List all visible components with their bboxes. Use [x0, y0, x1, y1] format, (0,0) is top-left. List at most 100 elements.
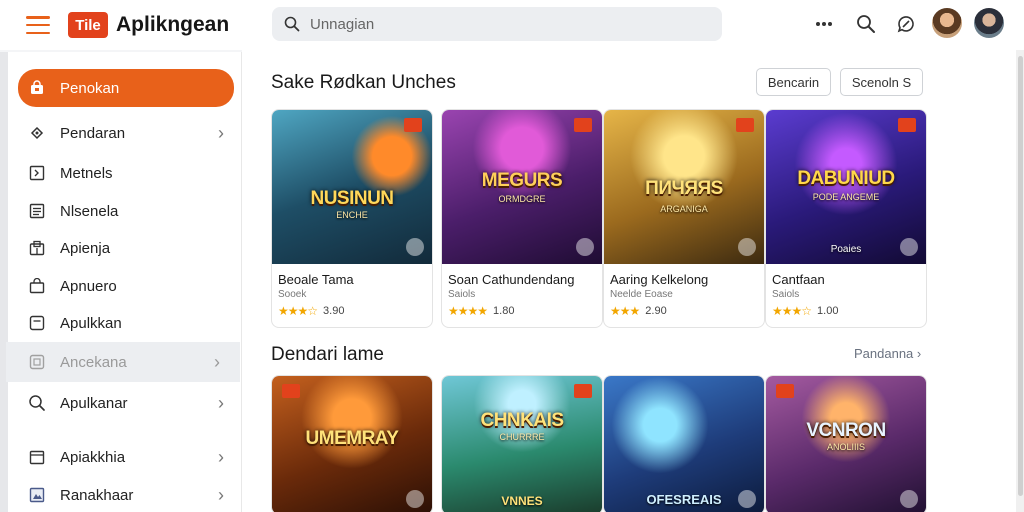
game-thumbnail: CHNKAIS CHURRRE VNNES [442, 376, 602, 512]
brand-logo[interactable]: Tile [68, 12, 108, 38]
game-card[interactable]: VCNRON ANOLIIIS [765, 375, 927, 512]
game-developer: Neelde Eoase [610, 289, 673, 300]
sidebar-item-label: Nlsenela [60, 202, 119, 220]
sidebar-item-apienja[interactable]: Apienja [18, 230, 234, 266]
search-icon [28, 394, 46, 412]
list-icon [28, 202, 46, 220]
game-card[interactable]: ПИЧЯЯS ARGANIGA Aaring Kelkelong Neelde … [603, 109, 765, 328]
sidebar-item-apulkkan[interactable]: Apulkkan [18, 305, 234, 341]
menu-icon[interactable] [26, 16, 50, 34]
badge-icon [736, 118, 754, 132]
game-thumbnail: OFESREAIS [604, 376, 764, 512]
thumbnail-subtitle: PODE ANGEME [812, 192, 880, 202]
star-rating-icon: ★★★★ [448, 304, 488, 318]
rating-value: 1.00 [817, 305, 839, 317]
logo-area: Tile Aplikngean [0, 0, 242, 50]
scrollbar[interactable] [1016, 50, 1024, 512]
sort-button[interactable]: Scenoln S [840, 68, 923, 96]
game-thumbnail: DABUNIUD PODE ANGEME Poaies [766, 110, 926, 264]
sidebar-item-apulkanar[interactable]: Apulkanar › [18, 385, 234, 421]
grid-icon [28, 353, 46, 371]
sidebar-item-label: Pendaran [60, 124, 126, 142]
thumbnail-title: CHNKAIS [480, 410, 564, 431]
game-thumbnail: ПИЧЯЯS ARGANIGA [604, 110, 764, 264]
game-name: Soan Cathundendang [448, 272, 575, 287]
game-name: Cantfaan [772, 272, 825, 287]
download-icon[interactable] [738, 490, 756, 508]
game-name: Aaring Kelkelong [610, 272, 709, 287]
search-box[interactable] [272, 7, 722, 41]
section-title-popular: Dendari lame [271, 344, 384, 365]
apps-icon [28, 239, 46, 257]
chevron-right-icon: › [214, 351, 220, 372]
sidebar-item-label: Apienja [60, 239, 111, 257]
chevron-right-icon: › [218, 392, 224, 413]
see-all-link[interactable]: Pandanna › [854, 346, 921, 361]
badge-icon [776, 384, 794, 398]
store-icon [28, 79, 46, 97]
game-thumbnail: NUSINUN ENCHE [272, 110, 432, 264]
chevron-right-icon: › [218, 122, 224, 143]
game-card[interactable]: OFESREAIS [603, 375, 765, 512]
sidebar-item-label: Apulkkan [60, 314, 122, 332]
thumbnail-subtitle: ENCHE [336, 210, 368, 220]
sidebar-item-ranakhaar[interactable]: Ranakhaar › [18, 477, 234, 512]
thumbnail-title: MEGURS [481, 170, 563, 191]
sidebar-item-ancekana[interactable]: Ancekana › [6, 342, 240, 382]
bag-icon [28, 277, 46, 295]
sidebar-item-label: Apiakkhia [60, 448, 126, 466]
thumbnail-subtitle: ARGANIGA [660, 204, 708, 214]
sidebar-item-apnuero[interactable]: Apnuero [18, 268, 234, 304]
more-icon[interactable] [812, 12, 836, 36]
search-input[interactable] [310, 15, 690, 33]
download-icon[interactable] [738, 238, 756, 256]
search-icon[interactable] [854, 12, 878, 36]
avatar[interactable] [932, 8, 962, 38]
badge-icon [574, 118, 592, 132]
search-icon [284, 16, 300, 32]
sidebar-item-nlsenela[interactable]: Nlsenela [18, 193, 234, 229]
game-card[interactable]: CHNKAIS CHURRRE VNNES [441, 375, 603, 512]
thumbnail-subtitle: ANOLIIIS [826, 442, 865, 452]
game-rating: ★★★★ 1.80 [448, 304, 602, 318]
gamepad-icon [28, 124, 46, 142]
section-title-featured: Sake Rødkan Unches [271, 72, 456, 93]
download-icon[interactable] [900, 490, 918, 508]
thumbnail-title: ПИЧЯЯS [645, 178, 723, 199]
download-icon[interactable] [406, 490, 424, 508]
game-card[interactable]: UMEMRAY [271, 375, 433, 512]
badge-icon [282, 384, 300, 398]
game-card[interactable]: MEGURS ORMDGRE Soan Cathundendang Saiols… [441, 109, 603, 328]
square-icon [28, 314, 46, 332]
sidebar-item-label: Ranakhaar [60, 486, 134, 504]
download-icon[interactable] [576, 238, 594, 256]
star-rating-icon: ★★★ [610, 304, 640, 318]
thumbnail-title: VCNRON [806, 420, 886, 441]
sidebar-item-label: Penokan [60, 79, 120, 97]
messages-icon[interactable] [894, 12, 918, 36]
game-name: Beoale Tama [278, 272, 354, 287]
scrollbar-thumb[interactable] [1018, 56, 1023, 496]
sidebar: Penokan Pendaran › Metnels Nlsenela Apie… [6, 52, 242, 512]
avatar-secondary[interactable] [974, 8, 1004, 38]
sidebar-item-penokan[interactable]: Penokan [18, 69, 234, 107]
game-thumbnail: UMEMRAY [272, 376, 432, 512]
see-all-label: Pandanna [854, 346, 914, 361]
thumbnail-title: UMEMRAY [305, 428, 399, 449]
download-icon[interactable] [406, 238, 424, 256]
rating-value: 3.90 [323, 305, 345, 317]
app-window: Tile Aplikngean Penokan Pendaran › [0, 0, 1024, 512]
panel-icon [28, 164, 46, 182]
game-thumbnail: MEGURS ORMDGRE [442, 110, 602, 264]
game-developer: Saiols [448, 289, 476, 300]
sidebar-item-label: Apulkanar [60, 394, 128, 412]
game-card[interactable]: NUSINUN ENCHE Beoale Tama Sooek ★★★☆ 3.90 [271, 109, 433, 328]
game-developer: Sooek [278, 289, 307, 300]
left-edge-strip [0, 52, 8, 512]
game-card[interactable]: DABUNIUD PODE ANGEME Poaies Cantfaan Sai… [765, 109, 927, 328]
filter-button[interactable]: Bencarin [756, 68, 831, 96]
download-icon[interactable] [900, 238, 918, 256]
sidebar-item-apiakkhia[interactable]: Apiakkhia › [18, 439, 234, 475]
sidebar-item-metnels[interactable]: Metnels [18, 155, 234, 191]
sidebar-item-pendaran[interactable]: Pendaran › [18, 115, 234, 151]
